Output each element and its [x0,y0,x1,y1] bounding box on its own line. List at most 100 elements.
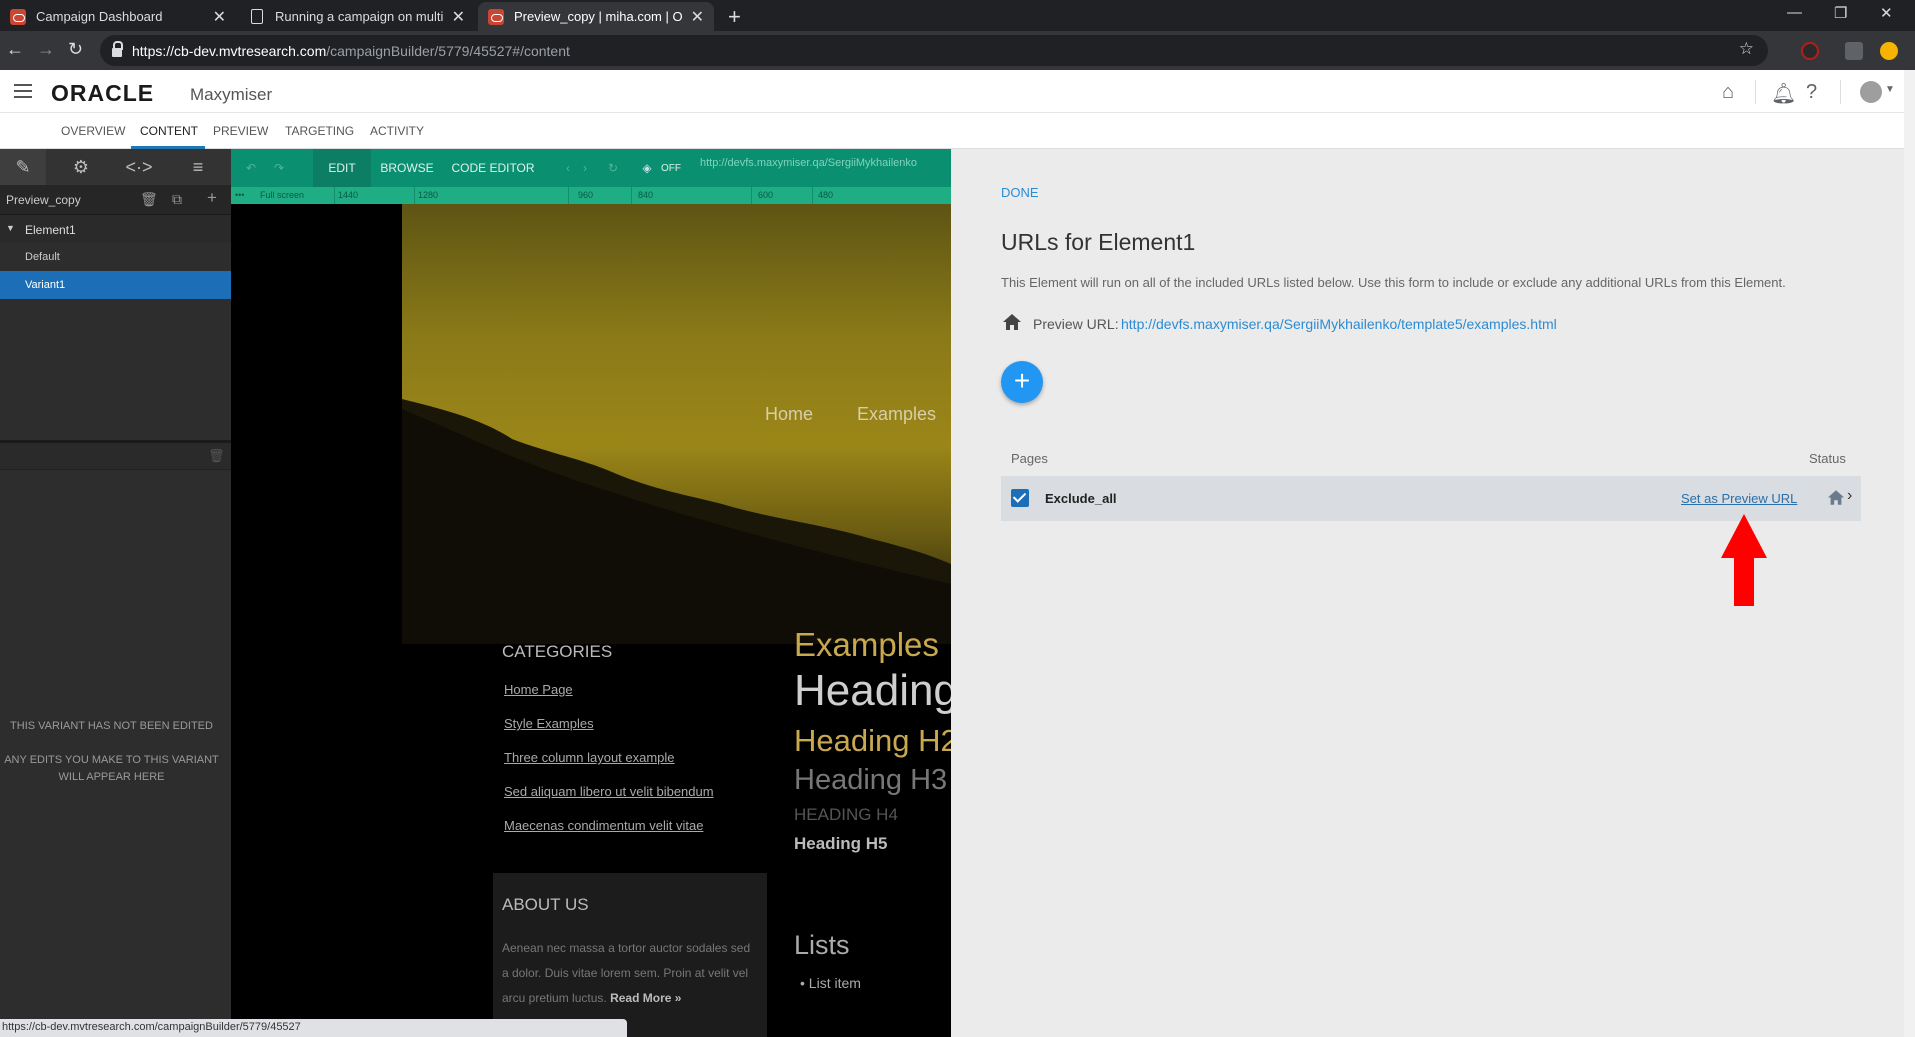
lists-heading: Lists [794,930,850,960]
home-icon [1827,490,1845,505]
browser-tab-running-campaign[interactable]: Running a campaign on multiple ✕ [239,2,475,31]
new-tab-icon[interactable]: + [728,4,741,30]
scrollbar[interactable] [1904,70,1915,1037]
element-label: Element1 [25,223,76,237]
tab-preview[interactable]: PREVIEW [213,124,268,138]
close-tab-icon[interactable]: ✕ [213,7,226,27]
copy-icon[interactable]: ⧉ [172,191,182,208]
red-arrow-annotation [1721,514,1767,606]
about-heading: ABOUT US [502,895,589,914]
category-link[interactable]: Style Examples [504,716,594,731]
site-nav-examples[interactable]: Examples [857,404,936,425]
tab-title: Campaign Dashboard [36,9,163,24]
extension-icon[interactable] [1801,42,1819,60]
editor-canvas[interactable]: ↶ ↷ EDIT BROWSE CODE EDITOR ‹ › ↻ ◈ OFF … [231,149,951,1037]
avatar[interactable] [1860,81,1882,103]
restore-icon[interactable]: ❐ [1834,4,1847,22]
include-checkbox[interactable] [1011,489,1029,507]
chevron-down-icon[interactable]: ▼ [1885,84,1895,95]
category-link[interactable]: Three column layout example [504,750,675,765]
variant-item-default[interactable]: Default [0,243,231,271]
forward-icon[interactable]: → [37,39,55,60]
about-text: Aenean nec massa a tortor auctor sodales… [502,936,760,1011]
bookmark-star-icon[interactable]: ☆ [1739,39,1754,59]
ruler-mark[interactable]: 480 [818,190,833,200]
sort-icon[interactable]: ≡ [175,149,221,185]
tab-targeting[interactable]: TARGETING [285,124,354,138]
about-box: ABOUT US Aenean nec massa a tortor aucto… [493,873,767,1037]
close-tab-icon[interactable]: ✕ [691,7,704,27]
oracle-logo: ORACLE [51,80,155,106]
url-input[interactable]: https://cb-dev.mvtresearch.com/campaignB… [100,35,1768,66]
ruler-mark[interactable]: 1440 [338,190,358,200]
tab-content[interactable]: CONTENT [140,124,198,138]
url-host: https://cb-dev.mvtresearch.com [132,42,327,59]
ruler-mark[interactable]: 1280 [418,190,438,200]
tab-activity[interactable]: ACTIVITY [370,124,424,138]
back-icon[interactable]: ← [6,39,24,60]
gear-icon[interactable]: ⚙ [58,149,104,185]
ruler-fullscreen[interactable]: Full screen [260,190,304,200]
browser-tab-preview-copy[interactable]: Preview_copy | miha.com | Oracle ✕ [478,2,714,31]
site-nav-home[interactable]: Home [765,404,813,425]
pencil-icon[interactable]: ✎ [0,149,46,185]
page-title: URLs for Element1 [1001,229,1196,255]
browse-button[interactable]: BROWSE [374,149,440,187]
add-url-button[interactable]: + [1001,361,1043,403]
set-as-preview-url-link[interactable]: Set as Preview URL [1681,491,1797,506]
caret-down-icon[interactable]: ▼ [6,223,15,233]
refresh-icon[interactable]: ↻ [604,149,622,187]
url-path: /campaignBuilder/5779/45527#/content [326,42,570,59]
close-tab-icon[interactable]: ✕ [452,7,465,27]
trash-icon[interactable]: 🗑︎ [140,191,158,208]
ruler-mark[interactable]: 960 [578,190,593,200]
edit-button[interactable]: EDIT [313,149,371,187]
add-icon[interactable]: + [207,188,217,208]
redo-icon[interactable]: ↷ [267,149,291,187]
read-more-link[interactable]: Read More » [610,991,681,1005]
browser-tab-campaign-dashboard[interactable]: Campaign Dashboard ✕ [0,2,236,31]
preview-url-link[interactable]: http://devfs.maxymiser.qa/SergiiMykhaile… [1121,316,1557,332]
element-tree-item[interactable]: ▼ Element1 [0,215,231,243]
chevron-right-icon[interactable]: › [578,149,592,187]
status-column-header: Status [1809,451,1846,466]
minimize-icon[interactable]: — [1787,4,1802,21]
campaign-name-bar: Preview_copy 🗑︎ ⧉ + [0,185,231,215]
ruler-mark[interactable]: 840 [638,190,653,200]
category-link[interactable]: Sed aliquam libero ut velit bibendum [504,784,714,799]
home-icon[interactable]: ⌂ [1722,81,1734,104]
home-icon [1003,314,1021,330]
reload-icon[interactable]: ↻ [68,39,83,60]
code-editor-button[interactable]: CODE EDITOR [443,149,543,187]
breakpoint-ruler[interactable]: ••• Full screen 1440 1280 960 840 600 48… [231,187,951,204]
heading-h3: Heading H3 [794,764,948,796]
done-button[interactable]: DONE [1001,185,1039,200]
chevron-left-icon[interactable]: ‹ [561,149,575,187]
window-close-icon[interactable]: ✕ [1880,4,1893,22]
bell-icon[interactable]: 🔔︎ [1771,81,1796,106]
more-icon[interactable]: ••• [235,190,244,200]
toggle-label[interactable]: OFF [658,149,684,187]
ruler-tick [812,187,813,204]
canvas-url-input[interactable]: http://devfs.maxymiser.qa/SergiiMykhaile… [700,157,917,169]
code-icon[interactable]: <·> [116,149,162,185]
document-icon [251,9,263,24]
chevron-right-icon[interactable]: › [1847,487,1852,505]
help-icon[interactable]: ? [1806,81,1817,104]
panel-description: This Element will run on all of the incl… [1001,275,1786,290]
menu-icon[interactable] [14,84,32,98]
ruler-tick [568,187,569,204]
extension-icon[interactable] [1845,42,1863,60]
category-link[interactable]: Maecenas condimentum velit vitae [504,818,703,833]
undo-icon[interactable]: ↶ [239,149,263,187]
empty-message-body: ANY EDITS YOU MAKE TO THIS VARIANT WILL … [4,754,219,783]
tab-overview[interactable]: OVERVIEW [61,124,125,138]
category-link[interactable]: Home Page [504,682,573,697]
page-name: Exclude_all [1045,491,1117,506]
ruler-mark[interactable]: 600 [758,190,773,200]
address-bar: ← → ↻ https://cb-dev.mvtresearch.com/cam… [0,31,1915,70]
profile-extension-icon[interactable] [1880,42,1898,60]
browser-status-url: https://cb-dev.mvtresearch.com/campaignB… [0,1019,627,1037]
trash-icon[interactable]: 🗑︎ [208,448,225,464]
variant-item-variant1[interactable]: Variant1 [0,271,231,299]
